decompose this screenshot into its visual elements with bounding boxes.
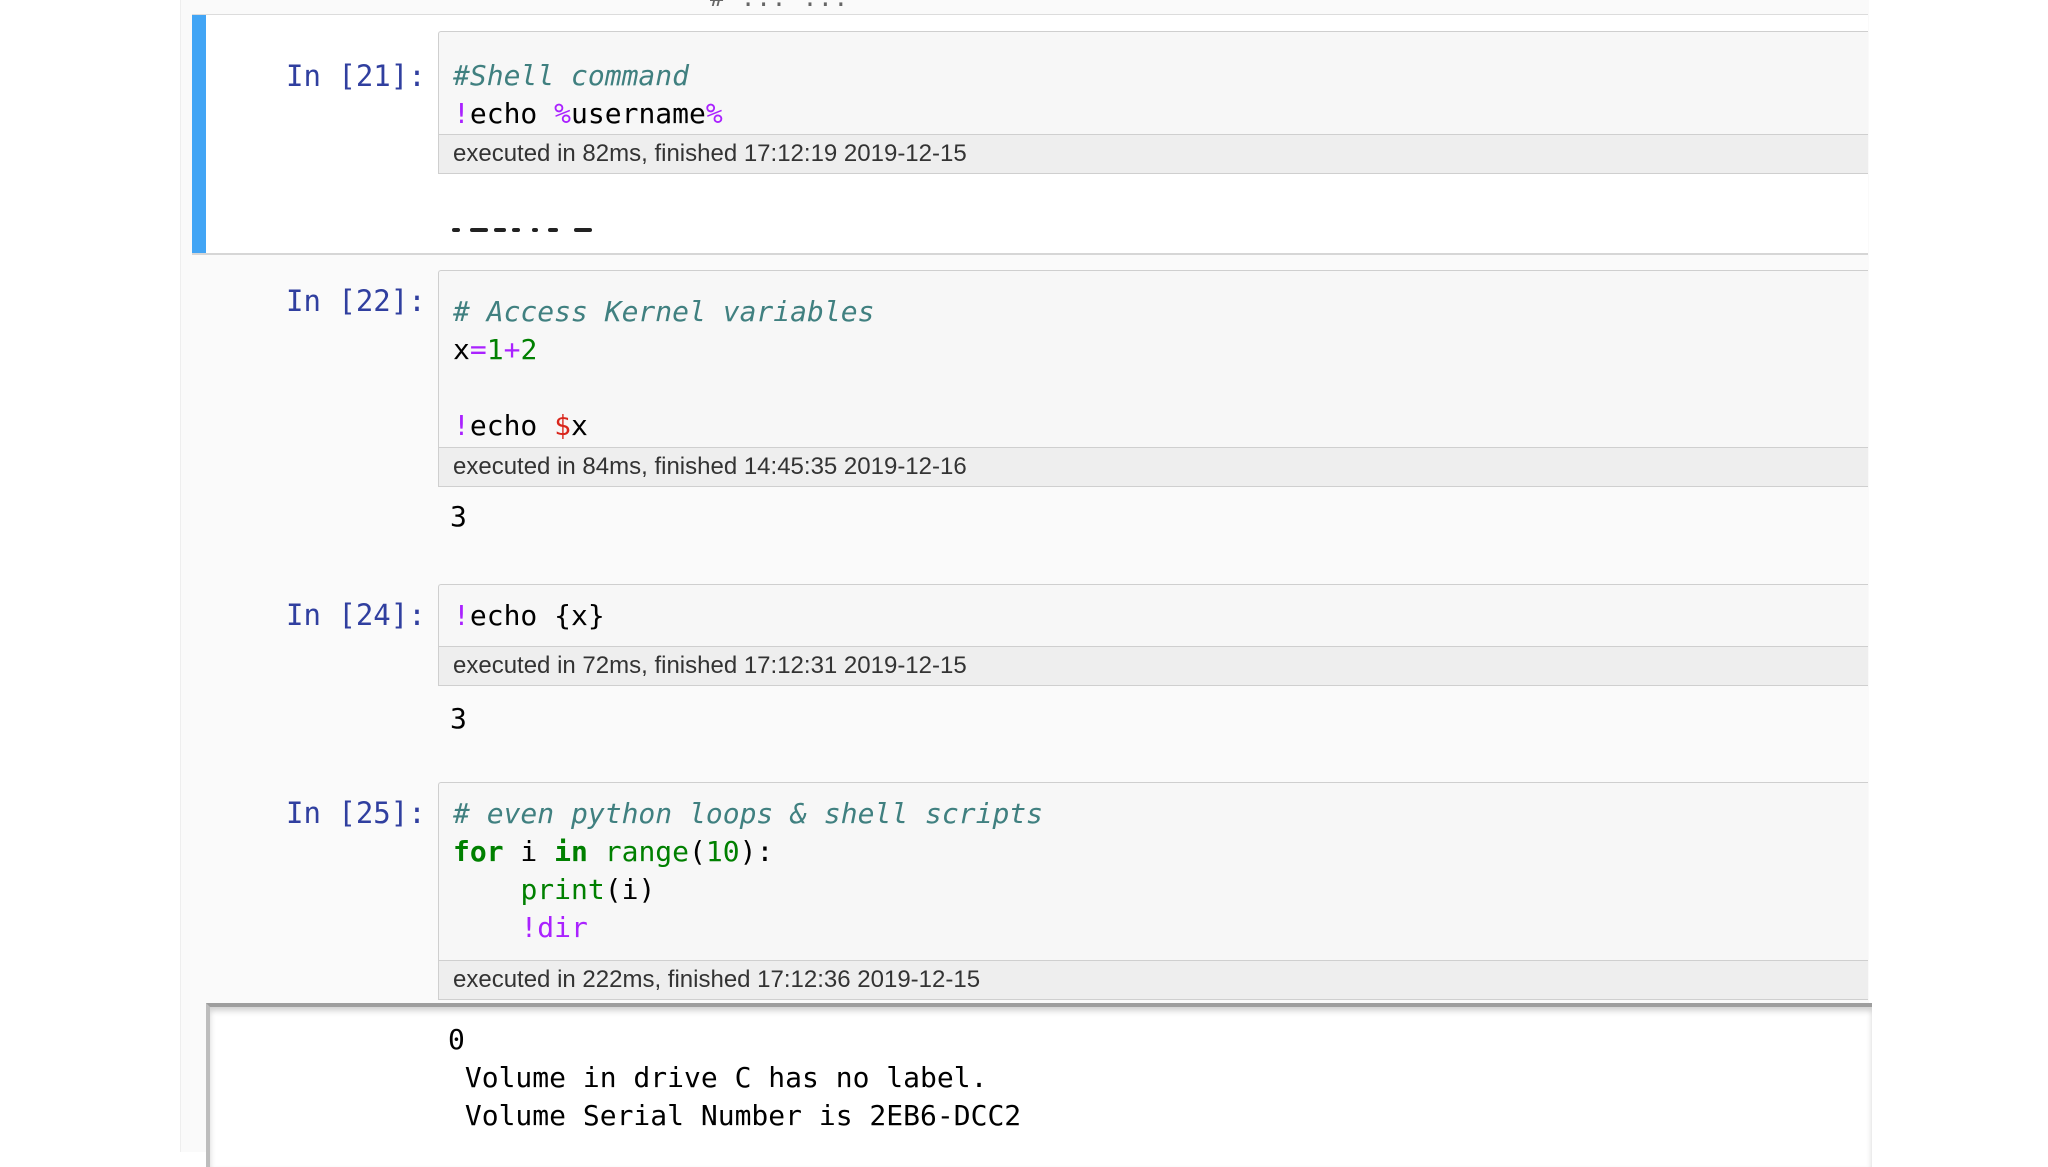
code-line: !dir — [453, 909, 1854, 947]
code-line: !echo {x} — [453, 597, 1854, 635]
cell-output: 3 — [450, 702, 467, 735]
scrollable-output-area[interactable]: 0 Volume in drive C has no label. Volume… — [206, 1003, 1872, 1167]
code-token: = — [469, 333, 487, 366]
code-token: print — [520, 873, 605, 906]
code-token: x — [453, 333, 470, 366]
code-block: # Access Kernel variables x=1+2 !echo $x — [453, 293, 1854, 445]
code-line: for i in range(10): — [453, 833, 1854, 871]
code-line: #Shell command — [453, 57, 1854, 95]
code-token: % — [554, 97, 572, 130]
code-token: echo — [469, 409, 555, 442]
code-token: in — [554, 835, 588, 868]
execution-time: executed in 222ms, finished 17:12:36 201… — [438, 960, 1868, 1000]
cell-output: 3 — [450, 500, 467, 533]
code-block: # even python loops & shell scripts for i… — [453, 795, 1854, 947]
code-token: for — [453, 835, 504, 868]
code-token: ! — [453, 599, 470, 632]
code-token: ( — [689, 835, 706, 868]
code-token: username — [571, 97, 706, 130]
code-token: x — [571, 409, 588, 442]
code-cell-22[interactable]: In [22]: # Access Kernel variables x=1+2!… — [192, 252, 1868, 572]
code-token: echo {x} — [469, 599, 605, 632]
code-token: range — [604, 835, 690, 868]
code-cell-21[interactable]: In [21]: #Shell command !echo %username% … — [192, 14, 1868, 255]
code-token: # even python loops & shell scripts — [453, 797, 1044, 830]
code-token: $ — [554, 409, 572, 442]
code-token: #Shell command — [453, 59, 690, 92]
code-token: % — [705, 97, 723, 130]
code-token: ! — [453, 409, 470, 442]
code-line: # Access Kernel variables — [453, 293, 1854, 331]
code-token: echo — [469, 97, 555, 130]
code-line: # even python loops & shell scripts — [453, 795, 1854, 833]
code-editor[interactable]: # even python loops & shell scripts for i… — [438, 782, 1868, 962]
execution-time: executed in 82ms, finished 17:12:19 2019… — [438, 134, 1868, 174]
code-line: print(i) — [453, 871, 1854, 909]
code-token: ): — [739, 835, 774, 868]
code-block: #Shell command !echo %username% — [453, 57, 1854, 133]
code-block: !echo {x} — [453, 597, 1854, 635]
execution-time: executed in 84ms, finished 14:45:35 2019… — [438, 447, 1868, 487]
code-line: x=1+2 — [453, 331, 1854, 369]
code-editor[interactable]: # Access Kernel variables x=1+2 !echo $x — [438, 270, 1868, 466]
code-token: ! — [453, 97, 470, 130]
code-token: 10 — [705, 835, 740, 868]
code-editor[interactable]: !echo {x} — [438, 584, 1868, 652]
code-token: 1 — [486, 333, 504, 366]
code-line: !echo %username% — [453, 95, 1854, 133]
execution-time: executed in 72ms, finished 17:12:31 2019… — [438, 646, 1868, 686]
code-token: 2 — [520, 333, 538, 366]
code-token: !dir — [520, 911, 588, 944]
previous-cell-output-fragment: # ... ... — [710, 0, 849, 12]
cell-output: 0 Volume in drive C has no label. Volume… — [448, 1023, 1022, 1132]
code-token: (i) — [604, 873, 656, 906]
code-line: !echo $x — [453, 407, 1854, 445]
code-token: i — [503, 835, 555, 868]
redacted-output — [452, 224, 602, 236]
code-token: # Access Kernel variables — [453, 295, 875, 328]
code-token: + — [503, 333, 521, 366]
code-cell-24[interactable]: In [24]: !echo {x} executed in 72ms, fin… — [192, 572, 1868, 774]
